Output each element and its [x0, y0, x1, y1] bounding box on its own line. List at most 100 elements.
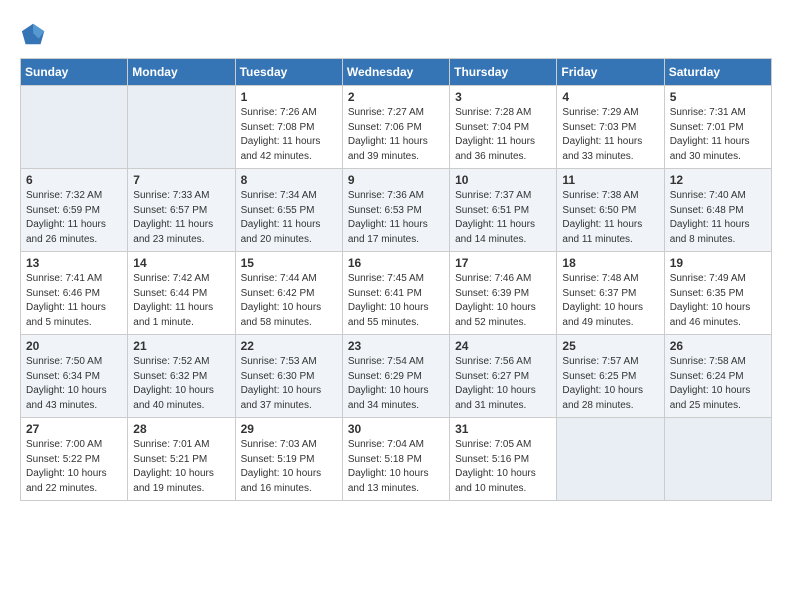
- day-number: 22: [241, 339, 337, 353]
- day-info: Sunrise: 7:33 AMSunset: 6:57 PMDaylight:…: [133, 189, 229, 247]
- day-number: 20: [26, 339, 122, 353]
- day-info: Sunrise: 7:58 AMSunset: 6:24 PMDaylight:…: [670, 355, 766, 413]
- day-number: 25: [562, 339, 658, 353]
- day-number: 2: [348, 90, 444, 104]
- day-number: 6: [26, 173, 122, 187]
- day-info: Sunrise: 7:57 AMSunset: 6:25 PMDaylight:…: [562, 355, 658, 413]
- day-number: 13: [26, 256, 122, 270]
- calendar-cell: 27 Sunrise: 7:00 AMSunset: 5:22 PMDaylig…: [21, 418, 128, 501]
- calendar-cell: 19 Sunrise: 7:49 AMSunset: 6:35 PMDaylig…: [664, 252, 771, 335]
- day-number: 14: [133, 256, 229, 270]
- day-info: Sunrise: 7:28 AMSunset: 7:04 PMDaylight:…: [455, 106, 551, 164]
- day-info: Sunrise: 7:31 AMSunset: 7:01 PMDaylight:…: [670, 106, 766, 164]
- day-number: 26: [670, 339, 766, 353]
- calendar-cell: [557, 418, 664, 501]
- day-info: Sunrise: 7:50 AMSunset: 6:34 PMDaylight:…: [26, 355, 122, 413]
- day-info: Sunrise: 7:56 AMSunset: 6:27 PMDaylight:…: [455, 355, 551, 413]
- day-info: Sunrise: 7:40 AMSunset: 6:48 PMDaylight:…: [670, 189, 766, 247]
- calendar-cell: 11 Sunrise: 7:38 AMSunset: 6:50 PMDaylig…: [557, 169, 664, 252]
- calendar-cell: 9 Sunrise: 7:36 AMSunset: 6:53 PMDayligh…: [342, 169, 449, 252]
- day-number: 18: [562, 256, 658, 270]
- day-info: Sunrise: 7:53 AMSunset: 6:30 PMDaylight:…: [241, 355, 337, 413]
- calendar-cell: [128, 86, 235, 169]
- day-number: 8: [241, 173, 337, 187]
- calendar-cell: 4 Sunrise: 7:29 AMSunset: 7:03 PMDayligh…: [557, 86, 664, 169]
- calendar-cell: 24 Sunrise: 7:56 AMSunset: 6:27 PMDaylig…: [450, 335, 557, 418]
- day-info: Sunrise: 7:42 AMSunset: 6:44 PMDaylight:…: [133, 272, 229, 330]
- day-info: Sunrise: 7:48 AMSunset: 6:37 PMDaylight:…: [562, 272, 658, 330]
- calendar-cell: 8 Sunrise: 7:34 AMSunset: 6:55 PMDayligh…: [235, 169, 342, 252]
- logo: [20, 20, 52, 48]
- day-number: 28: [133, 422, 229, 436]
- day-number: 10: [455, 173, 551, 187]
- day-info: Sunrise: 7:32 AMSunset: 6:59 PMDaylight:…: [26, 189, 122, 247]
- calendar-cell: 25 Sunrise: 7:57 AMSunset: 6:25 PMDaylig…: [557, 335, 664, 418]
- calendar-cell: 29 Sunrise: 7:03 AMSunset: 5:19 PMDaylig…: [235, 418, 342, 501]
- day-info: Sunrise: 7:27 AMSunset: 7:06 PMDaylight:…: [348, 106, 444, 164]
- page-header: [20, 20, 772, 48]
- calendar-cell: 2 Sunrise: 7:27 AMSunset: 7:06 PMDayligh…: [342, 86, 449, 169]
- day-number: 1: [241, 90, 337, 104]
- weekday-header: Friday: [557, 59, 664, 86]
- day-info: Sunrise: 7:29 AMSunset: 7:03 PMDaylight:…: [562, 106, 658, 164]
- day-info: Sunrise: 7:04 AMSunset: 5:18 PMDaylight:…: [348, 438, 444, 496]
- calendar-cell: 30 Sunrise: 7:04 AMSunset: 5:18 PMDaylig…: [342, 418, 449, 501]
- day-info: Sunrise: 7:46 AMSunset: 6:39 PMDaylight:…: [455, 272, 551, 330]
- day-info: Sunrise: 7:34 AMSunset: 6:55 PMDaylight:…: [241, 189, 337, 247]
- calendar-cell: 3 Sunrise: 7:28 AMSunset: 7:04 PMDayligh…: [450, 86, 557, 169]
- weekday-header: Monday: [128, 59, 235, 86]
- weekday-header: Tuesday: [235, 59, 342, 86]
- day-number: 27: [26, 422, 122, 436]
- weekday-header: Saturday: [664, 59, 771, 86]
- calendar-cell: 15 Sunrise: 7:44 AMSunset: 6:42 PMDaylig…: [235, 252, 342, 335]
- calendar-cell: 10 Sunrise: 7:37 AMSunset: 6:51 PMDaylig…: [450, 169, 557, 252]
- calendar-cell: 31 Sunrise: 7:05 AMSunset: 5:16 PMDaylig…: [450, 418, 557, 501]
- day-number: 9: [348, 173, 444, 187]
- day-info: Sunrise: 7:26 AMSunset: 7:08 PMDaylight:…: [241, 106, 337, 164]
- calendar-cell: [21, 86, 128, 169]
- day-number: 29: [241, 422, 337, 436]
- calendar-cell: 18 Sunrise: 7:48 AMSunset: 6:37 PMDaylig…: [557, 252, 664, 335]
- weekday-header: Sunday: [21, 59, 128, 86]
- calendar-cell: 23 Sunrise: 7:54 AMSunset: 6:29 PMDaylig…: [342, 335, 449, 418]
- day-number: 11: [562, 173, 658, 187]
- calendar-table: SundayMondayTuesdayWednesdayThursdayFrid…: [20, 58, 772, 501]
- calendar-cell: 28 Sunrise: 7:01 AMSunset: 5:21 PMDaylig…: [128, 418, 235, 501]
- day-number: 15: [241, 256, 337, 270]
- calendar-cell: 20 Sunrise: 7:50 AMSunset: 6:34 PMDaylig…: [21, 335, 128, 418]
- day-number: 12: [670, 173, 766, 187]
- day-info: Sunrise: 7:38 AMSunset: 6:50 PMDaylight:…: [562, 189, 658, 247]
- calendar-cell: 7 Sunrise: 7:33 AMSunset: 6:57 PMDayligh…: [128, 169, 235, 252]
- day-info: Sunrise: 7:00 AMSunset: 5:22 PMDaylight:…: [26, 438, 122, 496]
- day-info: Sunrise: 7:45 AMSunset: 6:41 PMDaylight:…: [348, 272, 444, 330]
- day-number: 5: [670, 90, 766, 104]
- day-number: 3: [455, 90, 551, 104]
- day-number: 19: [670, 256, 766, 270]
- day-number: 31: [455, 422, 551, 436]
- day-info: Sunrise: 7:37 AMSunset: 6:51 PMDaylight:…: [455, 189, 551, 247]
- calendar-cell: 5 Sunrise: 7:31 AMSunset: 7:01 PMDayligh…: [664, 86, 771, 169]
- calendar-cell: 14 Sunrise: 7:42 AMSunset: 6:44 PMDaylig…: [128, 252, 235, 335]
- day-number: 16: [348, 256, 444, 270]
- day-info: Sunrise: 7:49 AMSunset: 6:35 PMDaylight:…: [670, 272, 766, 330]
- calendar-cell: 17 Sunrise: 7:46 AMSunset: 6:39 PMDaylig…: [450, 252, 557, 335]
- weekday-header: Thursday: [450, 59, 557, 86]
- day-number: 23: [348, 339, 444, 353]
- day-info: Sunrise: 7:44 AMSunset: 6:42 PMDaylight:…: [241, 272, 337, 330]
- calendar-cell: [664, 418, 771, 501]
- day-number: 30: [348, 422, 444, 436]
- day-number: 17: [455, 256, 551, 270]
- day-number: 24: [455, 339, 551, 353]
- calendar-cell: 26 Sunrise: 7:58 AMSunset: 6:24 PMDaylig…: [664, 335, 771, 418]
- day-number: 4: [562, 90, 658, 104]
- day-number: 21: [133, 339, 229, 353]
- weekday-header: Wednesday: [342, 59, 449, 86]
- logo-icon: [20, 20, 48, 48]
- day-info: Sunrise: 7:54 AMSunset: 6:29 PMDaylight:…: [348, 355, 444, 413]
- day-info: Sunrise: 7:03 AMSunset: 5:19 PMDaylight:…: [241, 438, 337, 496]
- calendar-cell: 13 Sunrise: 7:41 AMSunset: 6:46 PMDaylig…: [21, 252, 128, 335]
- day-info: Sunrise: 7:05 AMSunset: 5:16 PMDaylight:…: [455, 438, 551, 496]
- day-info: Sunrise: 7:36 AMSunset: 6:53 PMDaylight:…: [348, 189, 444, 247]
- calendar-cell: 21 Sunrise: 7:52 AMSunset: 6:32 PMDaylig…: [128, 335, 235, 418]
- calendar-cell: 1 Sunrise: 7:26 AMSunset: 7:08 PMDayligh…: [235, 86, 342, 169]
